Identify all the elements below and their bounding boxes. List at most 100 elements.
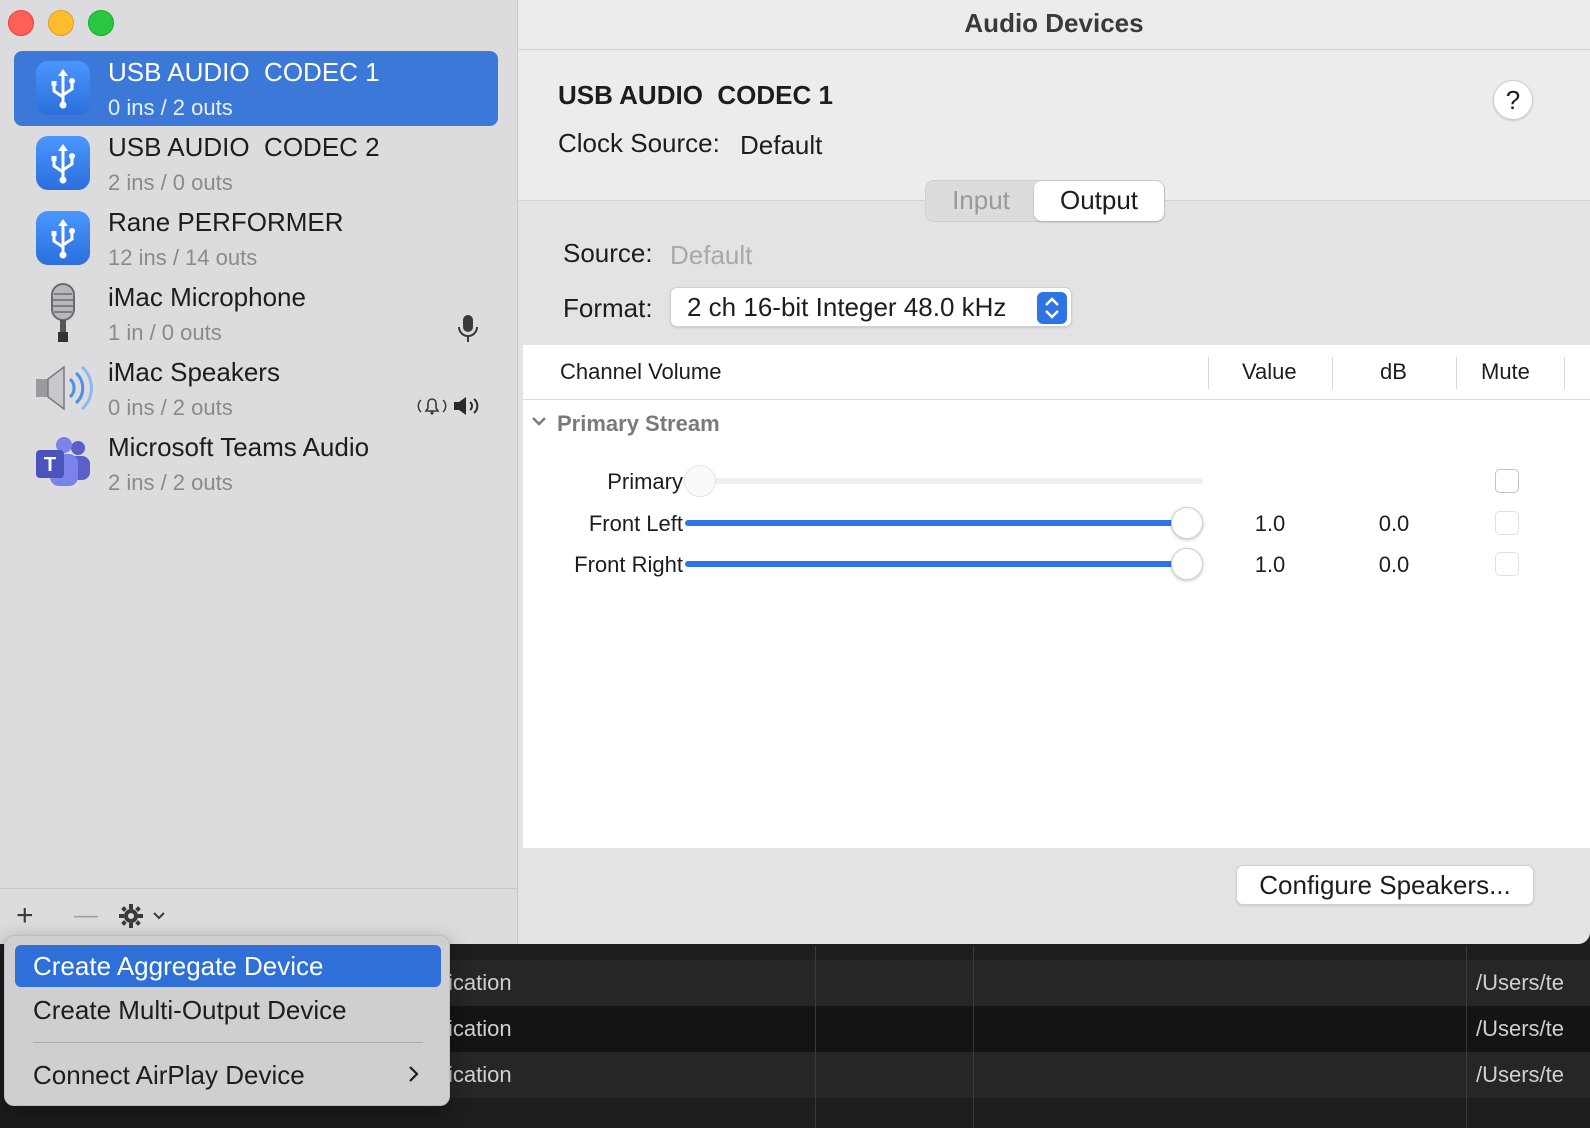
default-output-speaker-icon <box>452 395 482 422</box>
chevron-down-icon[interactable] <box>531 415 547 434</box>
device-io-count: 12 ins / 14 outs <box>108 245 258 270</box>
help-button[interactable]: ? <box>1493 80 1533 120</box>
tab-output[interactable]: Output <box>1034 181 1164 221</box>
remove-device-button[interactable]: — <box>74 899 98 933</box>
device-sidebar: USB AUDIO CODEC 1 0 ins / 2 outs USB AUD… <box>0 0 518 944</box>
gear-popup-menu: Create Aggregate Device Create Multi-Out… <box>4 935 450 1106</box>
column-header-mute[interactable]: Mute <box>1481 359 1530 385</box>
device-name: Microsoft Teams Audio <box>108 432 370 462</box>
zoom-window-button[interactable] <box>88 10 114 36</box>
mute-checkbox-front-right[interactable] <box>1495 552 1519 576</box>
column-divider <box>1456 357 1457 389</box>
device-io-count: 1 in / 0 outs <box>108 320 222 345</box>
clock-source-value[interactable]: Default <box>740 130 822 161</box>
menu-item-label: Connect AirPlay Device <box>33 1060 305 1090</box>
menu-item-create-multi-output-device[interactable]: Create Multi-Output Device <box>15 989 441 1031</box>
device-io-count: 2 ins / 0 outs <box>108 170 233 195</box>
device-io-count: 0 ins / 2 outs <box>108 395 233 420</box>
device-io-count: 0 ins / 2 outs <box>108 95 233 120</box>
column-divider <box>1208 357 1209 389</box>
input-output-segmented-control: Input Output <box>925 180 1165 222</box>
format-select-value: 2 ch 16-bit Integer 48.0 kHz <box>687 292 1007 322</box>
background-window: ication /Users/te ication /Users/te icat… <box>440 930 1590 1128</box>
background-row-left: ication <box>448 1062 512 1087</box>
microphone-icon <box>36 283 90 342</box>
stream-label: Primary Stream <box>557 411 720 436</box>
device-name: USB AUDIO CODEC 2 <box>108 132 380 162</box>
background-column-divider <box>815 946 816 1128</box>
channel-db-front-right: 0.0 <box>1378 552 1410 577</box>
usb-icon <box>36 136 90 190</box>
device-name: iMac Speakers <box>108 357 280 387</box>
channel-slider-primary[interactable] <box>684 465 716 497</box>
background-column-divider <box>973 946 974 1128</box>
menu-item-label: Create Multi-Output Device <box>33 995 347 1025</box>
column-header-db[interactable]: dB <box>1380 359 1407 385</box>
channel-slider-primary-track <box>685 478 1203 484</box>
background-row-right: /Users/te <box>1476 1016 1565 1041</box>
background-row-right: /Users/te <box>1476 1062 1565 1087</box>
source-value: Default <box>670 240 753 270</box>
chevron-right-icon <box>407 1054 421 1096</box>
background-row: ication /Users/te <box>440 1052 1590 1098</box>
column-header-channel-volume[interactable]: Channel Volume <box>560 359 721 385</box>
close-window-button[interactable] <box>8 10 34 36</box>
selected-device-name: USB AUDIO CODEC 1 <box>558 80 833 110</box>
device-item-microsoft-teams-audio[interactable]: T Microsoft Teams Audio 2 ins / 2 outs <box>14 426 498 501</box>
device-item-usb-audio-codec-2[interactable]: USB AUDIO CODEC 2 2 ins / 0 outs <box>14 126 498 201</box>
device-name: iMac Microphone <box>108 282 306 312</box>
background-row: ication /Users/te <box>440 960 1590 1006</box>
device-item-imac-speakers[interactable]: iMac Speakers 0 ins / 2 outs <box>14 351 498 426</box>
format-label: Format: <box>563 293 653 323</box>
minimize-window-button[interactable] <box>48 10 74 36</box>
column-divider <box>1564 357 1565 389</box>
channel-value-front-left: 1.0 <box>1254 511 1286 536</box>
alert-sound-bell-icon <box>416 395 448 422</box>
background-row-left: ication <box>448 1016 512 1041</box>
clock-source-label: Clock Source: <box>558 128 720 158</box>
teams-icon: T <box>36 436 90 490</box>
channel-label-front-right: Front Right <box>574 552 683 577</box>
device-name: Rane PERFORMER <box>108 207 344 237</box>
format-select[interactable]: 2 ch 16-bit Integer 48.0 kHz <box>670 287 1072 327</box>
audio-midi-setup-window: USB AUDIO CODEC 1 0 ins / 2 outs USB AUD… <box>0 0 1590 944</box>
device-name: USB AUDIO CODEC 1 <box>108 57 380 87</box>
channel-slider-front-right[interactable] <box>1171 548 1203 580</box>
menu-item-label: Create Aggregate Device <box>33 951 324 981</box>
device-item-rane-performer[interactable]: Rane PERFORMER 12 ins / 14 outs <box>14 201 498 276</box>
device-item-imac-microphone[interactable]: iMac Microphone 1 in / 0 outs <box>14 276 498 351</box>
channel-slider-front-right-fill <box>685 561 1183 567</box>
background-column-divider <box>1466 946 1467 1128</box>
channel-slider-front-left-fill <box>685 520 1183 526</box>
channel-value-front-right: 1.0 <box>1254 552 1286 577</box>
menu-separator <box>33 1042 423 1043</box>
usb-icon <box>36 61 90 115</box>
channel-slider-front-left[interactable] <box>1171 507 1203 539</box>
svg-text:T: T <box>44 454 56 476</box>
add-device-button[interactable]: + <box>16 899 34 933</box>
device-io-count: 2 ins / 2 outs <box>108 470 233 495</box>
column-header-value[interactable]: Value <box>1242 359 1297 385</box>
channel-label-primary: Primary <box>607 469 683 494</box>
background-row: ication /Users/te <box>440 1006 1590 1052</box>
chevron-up-down-icon <box>1037 292 1067 324</box>
usb-icon <box>36 211 90 265</box>
channel-label-front-left: Front Left <box>588 511 683 536</box>
source-label: Source: <box>563 238 653 268</box>
tab-input[interactable]: Input <box>928 181 1034 221</box>
channel-db-front-left: 0.0 <box>1378 511 1410 536</box>
mute-checkbox-primary[interactable] <box>1495 469 1519 493</box>
menu-item-create-aggregate-device[interactable]: Create Aggregate Device <box>15 945 441 987</box>
configure-speakers-button[interactable]: Configure Speakers... <box>1236 865 1534 905</box>
background-row-right: /Users/te <box>1476 970 1565 995</box>
window-title: Audio Devices <box>518 0 1590 50</box>
speaker-icon <box>36 361 93 415</box>
menu-item-connect-airplay-device[interactable]: Connect AirPlay Device <box>15 1054 441 1096</box>
mute-checkbox-front-left[interactable] <box>1495 511 1519 535</box>
column-divider <box>1332 357 1333 389</box>
background-row-left: ication <box>448 970 512 995</box>
header-divider <box>523 399 1590 400</box>
gear-icon[interactable] <box>118 903 170 937</box>
channel-volume-table: Channel Volume Value dB Mute Primary Str… <box>523 345 1590 848</box>
device-item-usb-audio-codec-1[interactable]: USB AUDIO CODEC 1 0 ins / 2 outs <box>14 51 498 126</box>
